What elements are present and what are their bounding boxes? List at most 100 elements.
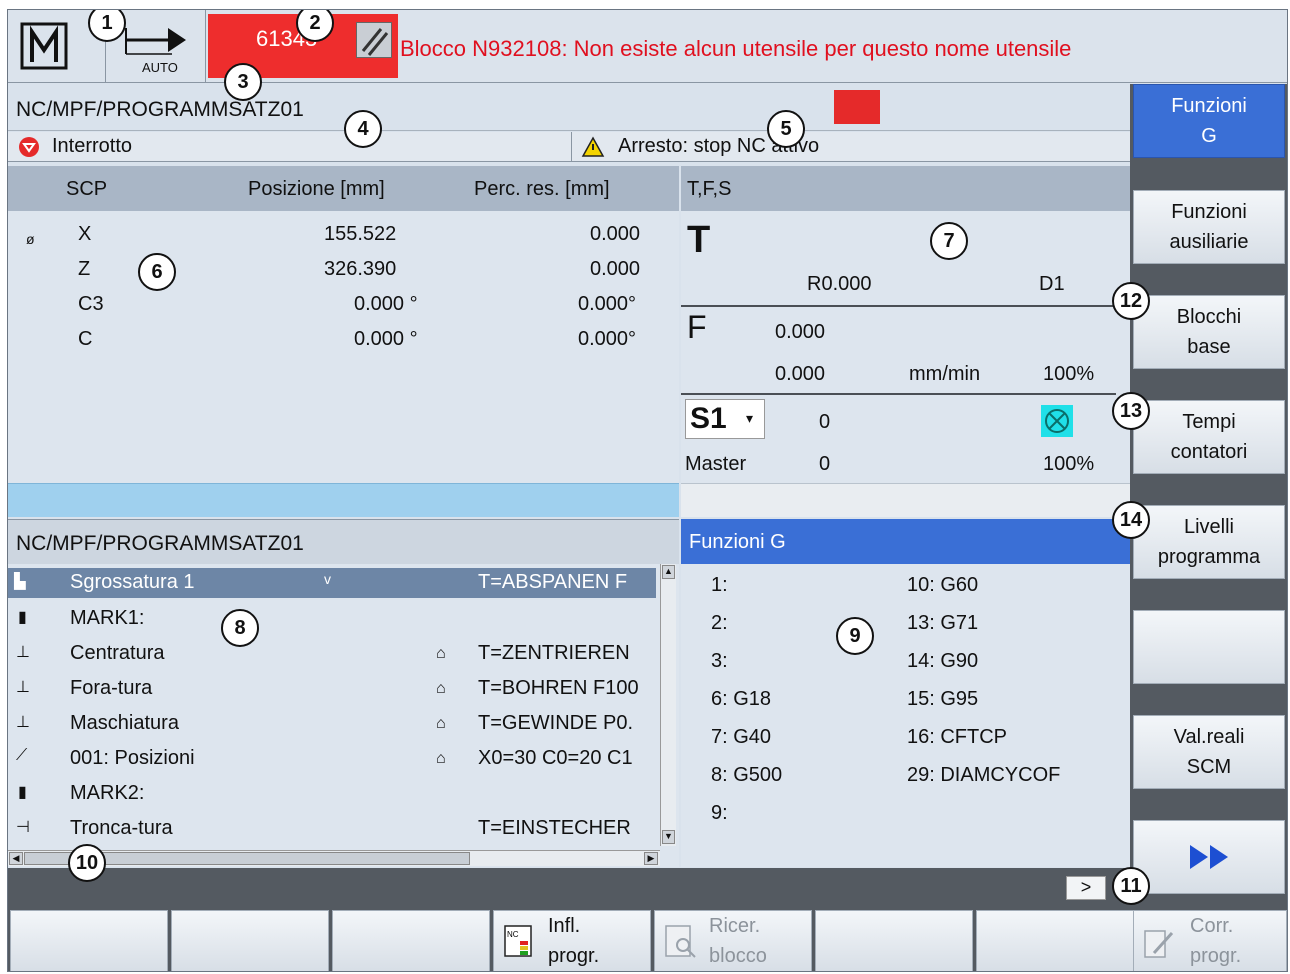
gfunc-item: 13: G71 xyxy=(907,612,979,634)
softkey-val-reali-scm[interactable]: Val.reali SCM xyxy=(1133,715,1285,789)
feed-override: 100% xyxy=(1043,363,1095,385)
vertical-scrollbar[interactable]: ▲ ▼ xyxy=(660,564,676,846)
more-button[interactable]: > xyxy=(1066,876,1106,900)
softkey-corr-progr[interactable]: Corr. progr. xyxy=(1133,910,1287,971)
softkey-next[interactable] xyxy=(1133,820,1285,894)
gfunc-item: 15: G95 xyxy=(907,688,979,710)
softkey-h7[interactable] xyxy=(976,910,1134,971)
status-divider xyxy=(571,132,572,162)
softkey-h6[interactable] xyxy=(815,910,973,971)
axis-rem: 0.000 xyxy=(590,223,641,245)
step-name: 001: Posizioni xyxy=(70,747,195,769)
callout-10: 10 xyxy=(68,844,106,882)
step-name: Centratura xyxy=(70,642,165,664)
axis-row[interactable]: X 155.522 0.000 xyxy=(8,217,679,251)
scroll-down-arrow[interactable]: ▼ xyxy=(662,830,675,844)
feed-unit: mm/min xyxy=(909,363,981,385)
program-list[interactable]: ▙ Sgrossatura 1 v T=ABSPANEN F ▮ MARK1: … xyxy=(8,564,679,867)
list-item[interactable]: ⊥ Centratura ⌂ T=ZENTRIEREN xyxy=(8,639,656,669)
list-item[interactable]: ▮ MARK2: xyxy=(8,779,656,809)
softkey-label: Blocchi xyxy=(1176,306,1242,328)
axis-row[interactable]: C3 0.000 ° 0.000° xyxy=(8,287,679,321)
softkey-label: contatori xyxy=(1170,441,1248,463)
softkey-label: SCM xyxy=(1186,756,1232,778)
scroll-left-arrow[interactable]: ◀ xyxy=(9,852,23,865)
callout-8: 8 xyxy=(221,609,259,647)
callout-7: 7 xyxy=(930,222,968,260)
channel-state: Interrotto xyxy=(52,135,133,157)
tool-icon: ⌂ xyxy=(436,645,446,662)
softkey-tempi-contatori[interactable]: Tempi contatori xyxy=(1133,400,1285,474)
softkey-label: Tempi xyxy=(1182,411,1236,433)
softkey-livelli-programma[interactable]: Livelli programma xyxy=(1133,505,1285,579)
step-param: T=ABSPANEN F xyxy=(478,571,628,593)
softkey-empty[interactable] xyxy=(1133,610,1285,684)
divider xyxy=(681,393,1116,395)
feed-label: F xyxy=(687,309,707,345)
col-scp: SCP xyxy=(66,178,108,200)
col-position: Posizione [mm] xyxy=(248,178,385,200)
axis-row[interactable]: Z 326.390 0.000 xyxy=(8,252,679,286)
callout-13: 13 xyxy=(1112,392,1150,430)
softkey-label: Ricer. xyxy=(709,915,761,937)
program-title: NC/MPF/PROGRAMMSATZ01 xyxy=(16,532,304,555)
list-item[interactable]: ⊥ Maschiatura ⌂ T=GEWINDE P0. xyxy=(8,709,656,739)
spindle-speed-2: 0 xyxy=(819,453,831,475)
softkey-label: Corr. xyxy=(1190,915,1234,937)
tfs-panel: T R0.000 D1 F 0.000 0.000 mm/min 100% S1… xyxy=(681,211,1130,483)
list-item[interactable]: ⊣ Tronca-tura T=EINSTECHER xyxy=(8,814,656,844)
callout-14: 14 xyxy=(1112,501,1150,539)
softkey-infl-progr[interactable]: NC Infl. progr. xyxy=(493,910,651,971)
softkey-h2[interactable] xyxy=(171,910,329,971)
spindle-select[interactable]: S1 ▾ xyxy=(685,399,765,439)
stop-icon xyxy=(19,137,39,157)
hmi-screen: AUTO 6 13 4 3 Blocco N932108: Non esiste al… xyxy=(7,9,1288,972)
ack-button[interactable] xyxy=(356,22,392,58)
axis-name: C3 xyxy=(78,293,104,315)
softkey-label: ausiliarie xyxy=(1169,231,1249,253)
list-item[interactable]: ⊥ Fora-tura ⌂ T=BOHREN F100 xyxy=(8,674,656,704)
gfunc-item: 6: G18 xyxy=(711,688,772,710)
softkey-h1[interactable] xyxy=(10,910,168,971)
softkey-label: progr. xyxy=(548,945,600,967)
softkey-h3[interactable] xyxy=(332,910,490,971)
block-search-icon xyxy=(665,925,696,958)
list-item[interactable]: ▮ MARK1: xyxy=(8,604,656,634)
softkey-ricer-blocco[interactable]: Ricer. blocco xyxy=(654,910,812,971)
axis-pos: 0.000 ° xyxy=(354,328,418,350)
step-param: T=GEWINDE P0. xyxy=(478,712,634,734)
step-name: Fora-tura xyxy=(70,677,153,699)
warning-icon xyxy=(581,136,605,157)
scroll-up-arrow[interactable]: ▲ xyxy=(662,565,675,579)
gfunc-item: 29: DIAMCYCOF xyxy=(907,764,1061,786)
spindle-stop-icon xyxy=(1041,405,1073,437)
softkey-funzioni-g[interactable]: Funzioni G xyxy=(1133,84,1285,158)
parting-icon: ⊣ xyxy=(16,819,30,836)
slash-icon xyxy=(361,28,389,56)
spindle-speed: 0 xyxy=(819,411,831,433)
axis-name: C xyxy=(78,328,93,350)
list-item[interactable]: ⟋ 001: Posizioni ⌂ X0=30 C0=20 C1 xyxy=(8,744,656,774)
step-param: T=ZENTRIEREN xyxy=(478,642,630,664)
axis-pos: 326.390 xyxy=(324,258,397,280)
axis-row[interactable]: C 0.000 ° 0.000° xyxy=(8,322,679,356)
softkey-label: Infl. xyxy=(548,915,581,937)
auto-arrow-icon xyxy=(125,28,186,55)
tfs-header: T,F,S xyxy=(681,166,1130,211)
axis-rem: 0.000° xyxy=(578,293,637,315)
scroll-right-arrow[interactable]: ▶ xyxy=(644,852,658,865)
softkey-label: Livelli xyxy=(1183,516,1234,538)
tfs-title: T,F,S xyxy=(687,178,732,200)
col-remaining: Perc. res. [mm] xyxy=(474,178,610,200)
step-param: T=BOHREN F100 xyxy=(478,677,639,699)
softkey-label: programma xyxy=(1157,546,1261,568)
feed-value: 0.000 xyxy=(775,321,826,343)
list-item-selected[interactable]: ▙ Sgrossatura 1 v T=ABSPANEN F xyxy=(8,568,656,598)
softkey-funzioni-ausiliarie[interactable]: Funzioni ausiliarie xyxy=(1133,190,1285,264)
alarm-message[interactable]: Blocco N932108: Non esiste alcun utensil… xyxy=(400,36,1071,62)
svg-text:NC: NC xyxy=(507,930,519,939)
softkey-blocchi-base[interactable]: Blocchi base xyxy=(1133,295,1285,369)
tool-icon: ⌂ xyxy=(436,750,446,767)
machine-m-icon xyxy=(20,22,68,70)
axis-pos: 0.000 ° xyxy=(354,293,418,315)
